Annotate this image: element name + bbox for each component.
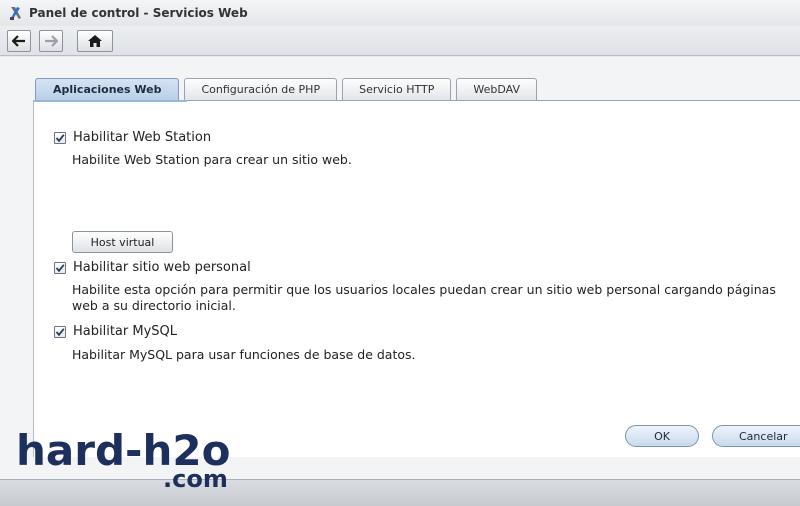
navigation-toolbar <box>0 26 800 56</box>
active-tab-indicator <box>33 100 187 102</box>
option-personal-site: Habilitar sitio web personal <box>54 260 251 275</box>
checkmark-icon <box>55 327 65 336</box>
title-bar: Panel de control - Servicios Web <box>0 0 800 26</box>
main-panel: Aplicaciones Web Configuración de PHP Se… <box>0 57 800 479</box>
web-station-checkbox[interactable] <box>54 131 66 144</box>
personal-site-description: Habilite esta opción para permitir que l… <box>72 282 792 314</box>
home-button[interactable] <box>77 30 113 52</box>
tab-webdav[interactable]: WebDAV <box>456 78 538 100</box>
ok-button[interactable]: OK <box>625 425 699 447</box>
home-icon <box>88 35 102 47</box>
personal-site-description-line2: web a su directorio inicial. <box>72 298 236 313</box>
arrow-right-icon <box>45 35 58 47</box>
web-station-description: Habilite Web Station para crear un sitio… <box>72 152 352 167</box>
back-button[interactable] <box>7 30 31 52</box>
cancel-button[interactable]: Cancelar <box>712 425 800 447</box>
personal-site-description-line1: Habilite esta opción para permitir que l… <box>72 282 776 297</box>
mysql-checkbox[interactable] <box>54 325 66 338</box>
tab-bar: Aplicaciones Web Configuración de PHP Se… <box>35 78 542 100</box>
tab-configuracion-php[interactable]: Configuración de PHP <box>184 78 338 100</box>
web-station-label[interactable]: Habilitar Web Station <box>73 130 211 145</box>
tab-aplicaciones-web[interactable]: Aplicaciones Web <box>35 78 180 100</box>
window-title: Panel de control - Servicios Web <box>29 6 248 20</box>
checkmark-icon <box>55 263 65 272</box>
personal-site-checkbox[interactable] <box>54 261 66 274</box>
mysql-label[interactable]: Habilitar MySQL <box>73 324 177 339</box>
tab-servicio-http[interactable]: Servicio HTTP <box>342 78 452 100</box>
option-web-station: Habilitar Web Station <box>54 130 211 145</box>
checkmark-icon <box>55 133 65 142</box>
hard-h2o-watermark-logo: hard-h2o .com <box>16 427 230 491</box>
watermark-line2: .com <box>163 465 228 491</box>
option-mysql: Habilitar MySQL <box>54 324 177 339</box>
host-virtual-button[interactable]: Host virtual <box>72 231 173 253</box>
mysql-description: Habilitar MySQL para usar funciones de b… <box>72 347 416 362</box>
tab-content: Habilitar Web Station Habilite Web Stati… <box>33 100 800 457</box>
personal-site-label[interactable]: Habilitar sitio web personal <box>73 260 251 275</box>
arrow-left-icon <box>12 35 25 47</box>
forward-button[interactable] <box>39 30 63 52</box>
control-panel-icon <box>10 7 21 20</box>
